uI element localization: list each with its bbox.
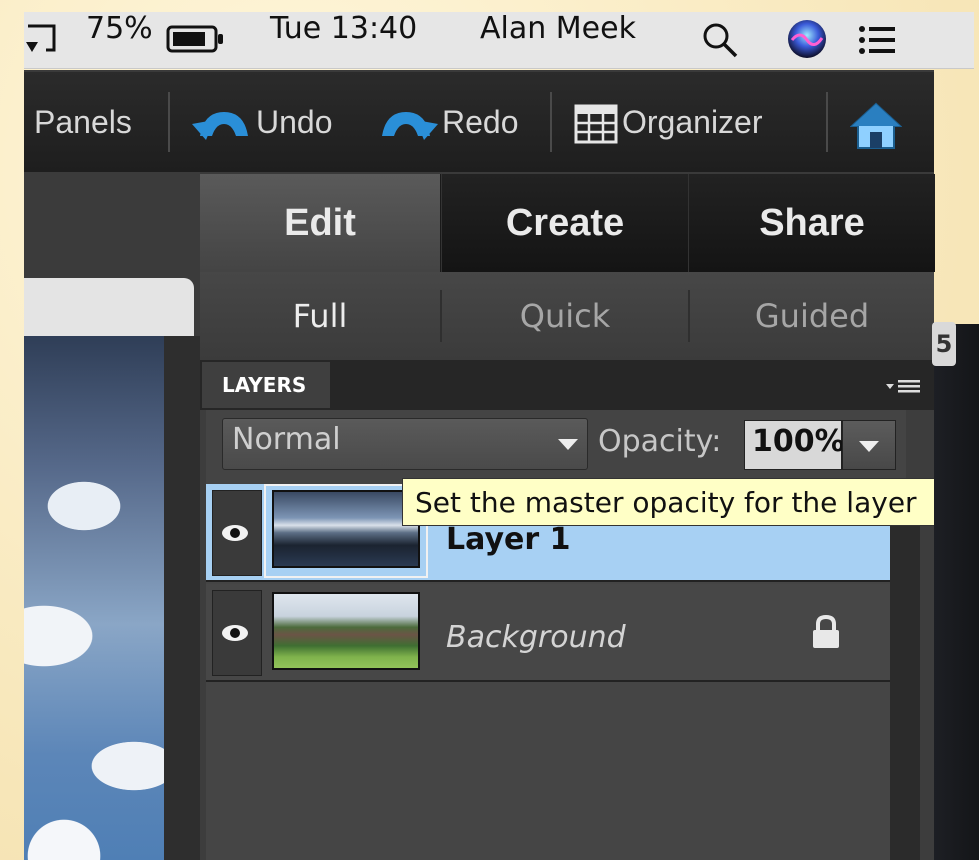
side-badge: 5: [932, 322, 956, 366]
subtab-guided-label: Guided: [754, 297, 870, 335]
organizer-icon[interactable]: [574, 104, 620, 144]
tab-create[interactable]: Create: [441, 174, 688, 272]
battery-percent: 75%: [86, 11, 153, 46]
home-icon[interactable]: [850, 100, 902, 150]
subtab-full[interactable]: Full: [200, 272, 440, 360]
redo-button[interactable]: Redo: [442, 104, 519, 140]
tab-create-label: Create: [505, 201, 625, 244]
organizer-button[interactable]: Organizer: [622, 104, 763, 140]
eye-icon[interactable]: [220, 524, 250, 542]
redo-icon[interactable]: [378, 106, 438, 142]
toolbar-divider: [168, 92, 170, 152]
lock-icon: [813, 614, 839, 648]
toolbar-divider: [826, 92, 828, 152]
subtab-guided[interactable]: Guided: [690, 272, 934, 360]
undo-button[interactable]: Undo: [256, 104, 333, 140]
background-thumbnail[interactable]: [272, 592, 420, 670]
document-tab[interactable]: [24, 278, 194, 336]
opacity-tooltip: Set the master opacity for the layer: [402, 478, 958, 526]
menubar-user-name[interactable]: Alan Meek: [480, 12, 636, 46]
canvas-photo[interactable]: [24, 336, 164, 860]
search-icon[interactable]: [700, 20, 740, 60]
layer-1-name[interactable]: Layer 1: [446, 522, 570, 557]
eye-icon[interactable]: [220, 624, 250, 642]
subtab-quick-label: Quick: [519, 297, 611, 335]
blend-mode-value: Normal: [232, 422, 341, 457]
opacity-label: Opacity:: [598, 424, 722, 459]
panel-menu-icon[interactable]: [884, 376, 924, 396]
background-layer-name[interactable]: Background: [446, 620, 626, 655]
toolbar-divider: [550, 92, 552, 152]
panels-button[interactable]: Panels: [34, 104, 132, 140]
opacity-value: 100%: [752, 424, 845, 459]
subtab-quick[interactable]: Quick: [442, 272, 688, 360]
screen-mirror-icon[interactable]: [24, 22, 62, 56]
battery-icon[interactable]: [166, 24, 226, 54]
tab-share-label: Share: [759, 201, 865, 244]
tab-edit[interactable]: Edit: [200, 174, 440, 272]
undo-icon[interactable]: [192, 106, 252, 142]
layers-panel-title[interactable]: LAYERS: [202, 362, 330, 408]
right-canvas-edge: [934, 324, 979, 860]
layer-1-thumbnail[interactable]: [272, 490, 420, 568]
chevron-down-icon: [859, 441, 879, 452]
canvas-scrollbar[interactable]: [164, 336, 200, 860]
siri-icon[interactable]: [786, 18, 828, 60]
subtab-full-label: Full: [292, 297, 348, 335]
menubar-clock[interactable]: Tue 13:40: [270, 12, 417, 46]
layers-list-scrollbar[interactable]: [890, 484, 920, 860]
notification-list-icon[interactable]: [858, 24, 898, 56]
tab-share[interactable]: Share: [688, 174, 935, 272]
tab-edit-label: Edit: [284, 201, 356, 244]
chevron-down-icon: [558, 439, 578, 450]
